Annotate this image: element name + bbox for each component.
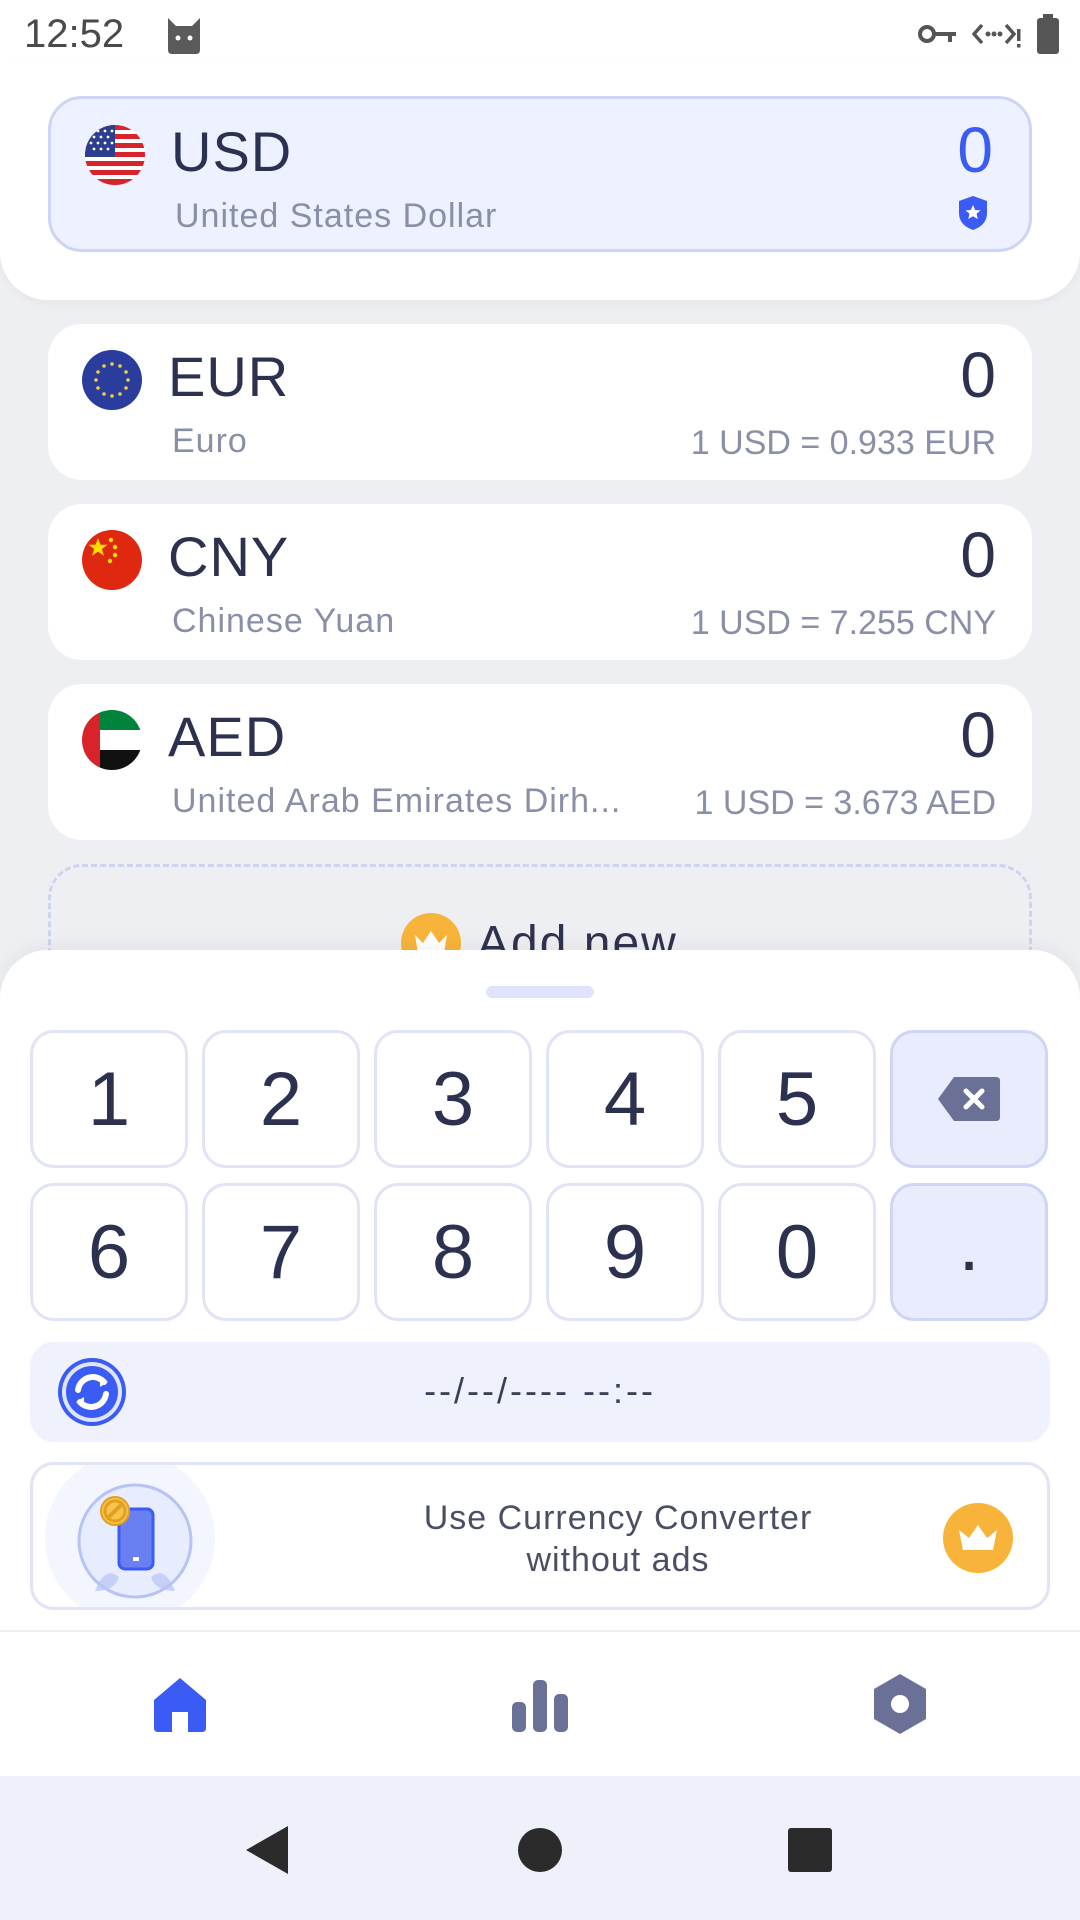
key-8[interactable]: 8 <box>374 1183 532 1321</box>
home-circle-icon[interactable] <box>510 1820 570 1880</box>
currency-code: EUR <box>168 345 290 408</box>
exchange-rate: 1 USD = 3.673 AED <box>694 784 996 822</box>
ae-flag-icon <box>82 710 142 770</box>
currency-value: 0 <box>960 339 996 411</box>
eu-flag-icon <box>82 350 142 410</box>
crown-icon <box>943 1503 1013 1573</box>
recents-icon[interactable] <box>780 1820 840 1880</box>
key-6[interactable]: 6 <box>30 1183 188 1321</box>
exchange-rate: 1 USD = 7.255 CNY <box>690 604 996 642</box>
last-updated-datetime: --/--/---- --:-- <box>424 1370 656 1411</box>
rates-update-bar: --/--/---- --:-- <box>30 1342 1050 1442</box>
key-3[interactable]: 3 <box>374 1030 532 1168</box>
exchange-rate: 1 USD = 0.933 EUR <box>690 424 996 462</box>
backspace-icon <box>938 1077 1000 1121</box>
currency-row-cny[interactable]: CNY Chinese Yuan 0 1 USD = 7.255 CNY <box>48 504 1032 660</box>
bottom-navigation <box>0 1630 1080 1776</box>
currency-value: 0 <box>957 114 993 186</box>
key-7[interactable]: 7 <box>202 1183 360 1321</box>
currency-value: 0 <box>960 519 996 591</box>
promo-line-2: without ads <box>526 1541 710 1579</box>
currency-row-eur[interactable]: EUR Euro 0 1 USD = 0.933 EUR <box>48 324 1032 480</box>
shield-star-icon <box>959 196 987 230</box>
currency-name: United Arab Emirates Dirh... <box>172 782 622 820</box>
vpn-key-icon <box>918 25 956 43</box>
cat-icon <box>168 18 200 54</box>
decimal-button[interactable]: . <box>890 1183 1048 1321</box>
remove-ads-banner[interactable]: Use Currency Converter without ads <box>30 1462 1050 1610</box>
settings-icon[interactable] <box>868 1672 932 1736</box>
currency-code: USD <box>171 120 293 183</box>
system-navigation-bar <box>0 1776 1080 1920</box>
key-2[interactable]: 2 <box>202 1030 360 1168</box>
currency-name: Chinese Yuan <box>172 602 396 640</box>
currency-code: AED <box>168 705 287 768</box>
us-flag-icon <box>85 125 145 185</box>
no-ads-phone-icon <box>77 1483 193 1599</box>
chart-icon[interactable] <box>508 1672 572 1736</box>
currency-name: Euro <box>172 422 248 460</box>
key-5[interactable]: 5 <box>718 1030 876 1168</box>
backspace-button[interactable] <box>890 1030 1048 1168</box>
currency-row-aed[interactable]: AED United Arab Emirates Dirh... 0 1 USD… <box>48 684 1032 840</box>
drag-handle[interactable] <box>486 986 594 998</box>
key-9[interactable]: 9 <box>546 1183 704 1321</box>
promo-line-1: Use Currency Converter <box>423 1499 813 1537</box>
key-0[interactable]: 0 <box>718 1183 876 1321</box>
currency-name: United States Dollar <box>175 197 498 235</box>
currency-code: CNY <box>168 525 290 588</box>
back-icon[interactable] <box>238 1820 298 1880</box>
base-currency-card[interactable]: USD United States Dollar 0 <box>48 96 1032 252</box>
home-icon[interactable] <box>148 1672 212 1736</box>
currency-value: 0 <box>960 699 996 771</box>
battery-icon <box>1037 14 1059 54</box>
cn-flag-icon <box>82 530 142 590</box>
key-4[interactable]: 4 <box>546 1030 704 1168</box>
data-saver-icon <box>972 23 1021 48</box>
key-1[interactable]: 1 <box>30 1030 188 1168</box>
status-time: 12:52 <box>24 12 125 56</box>
